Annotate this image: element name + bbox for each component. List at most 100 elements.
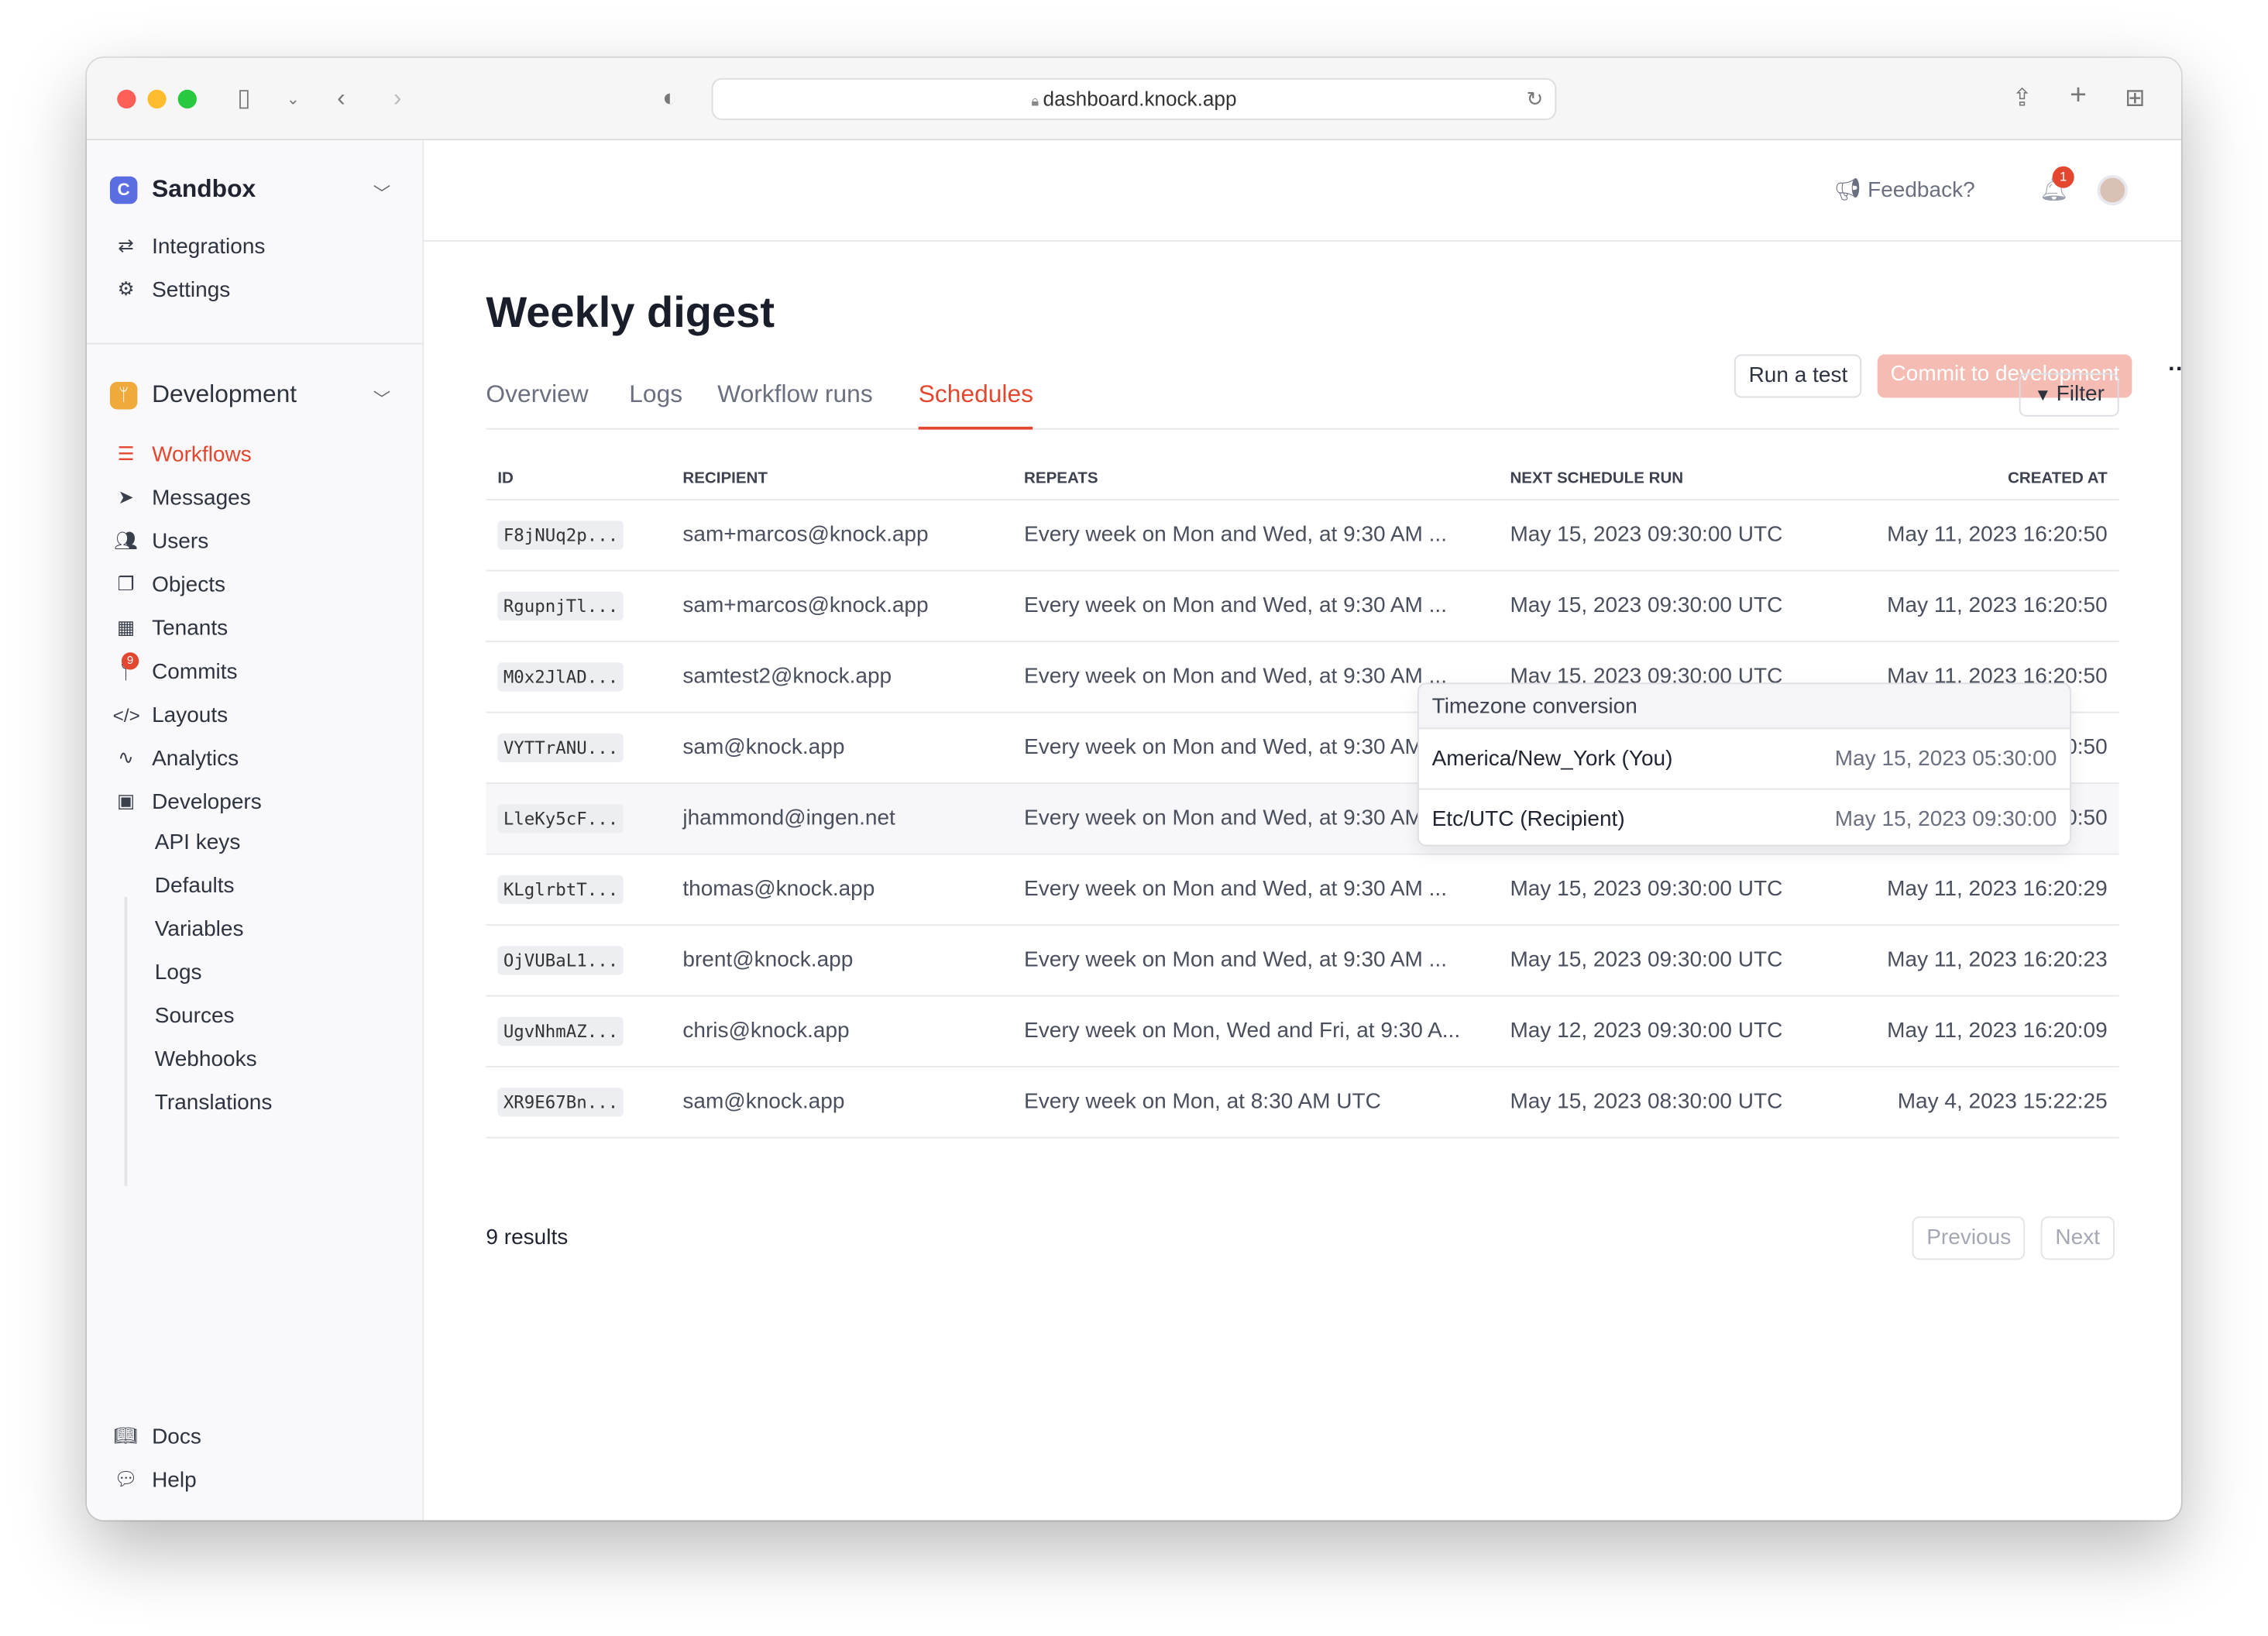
sidebar-item-analytics[interactable]: ∿ Analytics — [113, 742, 239, 774]
notifications-button[interactable]: 🔔︎ 1 — [2039, 166, 2074, 204]
next-run-cell: May 15, 2023 09:30:00 UTC — [1498, 499, 1839, 571]
browser-toolbar: ▯ ⌄ ‹ › ◐ 🔒︎ dashboard.knock.app ↻ ⇪ + ⊞ — [87, 57, 2181, 141]
table-row[interactable]: RgupnjTl... sam+marcos@knock.app Every wee… — [486, 569, 2119, 642]
table-row[interactable]: UgvNhmAZ... chris@knock.app Every week on … — [486, 995, 2119, 1067]
address-bar[interactable]: 🔒︎ dashboard.knock.app ↻ — [711, 77, 1557, 120]
chevron-down-icon[interactable]: ﹀ — [373, 180, 390, 205]
next-run-cell: May 15, 2023 09:30:00 UTC — [1498, 924, 1839, 996]
sidebar-item-users[interactable]: 👥︎ Users — [113, 525, 208, 557]
schedule-id[interactable]: KLglrbtT... — [497, 875, 624, 905]
tab-workflow-runs[interactable]: Workflow runs — [717, 380, 873, 429]
sidebar-subitem-api-keys[interactable]: API keys — [155, 830, 241, 855]
previous-button[interactable]: Previous — [1912, 1216, 2026, 1260]
sidebar-item-developers[interactable]: ▣ Developers — [113, 785, 262, 817]
next-button[interactable]: Next — [2040, 1216, 2115, 1260]
sidebar-item-workflows[interactable]: ☰ Workflows — [113, 438, 252, 470]
feedback-button[interactable]: 📢︎ Feedback? — [1834, 177, 1975, 203]
sidebar-item-commits[interactable]: ᛘ 9 Commits — [113, 651, 238, 687]
timezone-name: America/New_York (You) — [1431, 746, 1673, 772]
sidebar-item-docs[interactable]: 📖︎ Docs — [113, 1421, 201, 1452]
schedule-id-cell: LleKy5cF... — [486, 782, 672, 854]
schedule-id[interactable]: VYTTrANU... — [497, 733, 624, 763]
filter-button[interactable]: ▼ Filter — [2019, 373, 2119, 417]
schedule-id[interactable]: XR9E67Bn... — [497, 1088, 624, 1117]
next-run: May 15, 2023 09:30:00 UTC — [1510, 876, 1783, 902]
back-icon[interactable]: ‹ — [337, 84, 345, 112]
shield-icon[interactable]: ◐ — [662, 84, 677, 112]
recipient-cell: brent@knock.app — [671, 924, 1013, 996]
schedule-id[interactable]: F8jNUq2p... — [497, 521, 624, 550]
schedule-id[interactable]: LleKy5cF... — [497, 804, 624, 833]
reload-icon[interactable]: ↻ — [1526, 80, 1543, 119]
sidebar-item-help[interactable]: 💬︎ Help — [113, 1464, 197, 1496]
repeats: Every week on Mon and Wed, at 9:30 AM ..… — [1024, 734, 1448, 760]
table-row[interactable]: F8jNUq2p... sam+marcos@knock.app Every wee… — [486, 499, 2119, 571]
next-run: May 15, 2023 08:30:00 UTC — [1510, 1089, 1783, 1114]
schedule-id[interactable]: OjVUBaL1... — [497, 946, 624, 975]
sidebar-item-messages[interactable]: ➤ Messages — [113, 482, 251, 514]
tab-overview[interactable]: Overview — [486, 380, 588, 429]
sidebar-item-label: Analytics — [152, 745, 239, 771]
next-run: May 12, 2023 09:30:00 UTC — [1510, 1018, 1783, 1043]
repeats-cell: Every week on Mon and Wed, at 9:30 AM ..… — [1012, 499, 1499, 571]
chevron-down-icon[interactable]: ⌄ — [287, 90, 300, 108]
maximize-window-button[interactable] — [177, 89, 197, 109]
avatar[interactable] — [2097, 174, 2128, 206]
recipient: chris@knock.app — [682, 1018, 850, 1043]
created-at-cell: May 11, 2023 16:20:50 — [1838, 499, 2119, 571]
sidebar-item-label: Messages — [152, 485, 251, 510]
column-next-run[interactable]: NEXT SCHEDULE RUN — [1498, 458, 1839, 500]
recipient-cell: sam+marcos@knock.app — [671, 499, 1013, 571]
created-at: May 11, 2023 16:20:50 — [1887, 522, 2108, 547]
sidebar-item-label: Help — [152, 1467, 197, 1493]
schedule-id[interactable]: RgupnjTl... — [497, 591, 624, 621]
sidebar-item-label: Objects — [152, 572, 226, 597]
layers-icon: ☰ — [117, 442, 135, 465]
tab-logs[interactable]: Logs — [629, 380, 682, 429]
chevron-down-icon[interactable]: ﹀ — [373, 387, 390, 411]
schedule-id[interactable]: M0x2JlAD... — [497, 662, 624, 692]
column-created-at[interactable]: CREATED AT — [1838, 458, 2119, 500]
sidebar-item-integrations[interactable]: ⇄ Integrations — [113, 230, 265, 262]
sidebar-subitem-defaults[interactable]: Defaults — [155, 874, 235, 899]
sidebar-toggle-icon[interactable]: ▯ — [237, 84, 250, 112]
created-at: May 11, 2023 16:20:09 — [1887, 1018, 2108, 1043]
paper-plane-icon: ➤ — [118, 486, 134, 508]
schedule-id[interactable]: UgvNhmAZ... — [497, 1016, 624, 1047]
sidebar-subitem-logs[interactable]: Logs — [155, 961, 202, 985]
submenu-guide — [124, 896, 128, 1187]
minimize-window-button[interactable] — [147, 89, 167, 109]
sidebar-item-objects[interactable]: ❐ Objects — [113, 569, 225, 600]
recipient-cell: thomas@knock.app — [671, 853, 1013, 926]
table-row[interactable]: XR9E67Bn... sam@knock.app Every week on Mo… — [486, 1066, 2119, 1138]
sidebar-subitem-translations[interactable]: Translations — [155, 1091, 273, 1115]
sidebar-subitem-webhooks[interactable]: Webhooks — [155, 1047, 257, 1072]
forward-icon[interactable]: › — [393, 84, 402, 112]
new-tab-icon[interactable]: + — [2070, 80, 2087, 113]
more-options-icon[interactable]: ··· — [2168, 357, 2181, 383]
share-icon[interactable]: ⇪ — [2012, 84, 2033, 112]
results-count: 9 results — [486, 1225, 569, 1250]
main-content: 📢︎ Feedback? 🔔︎ 1 Weekly digest Run a tes… — [424, 140, 2181, 1520]
table-row[interactable]: OjVUBaL1... brent@knock.app Every week on … — [486, 924, 2119, 996]
account-switcher[interactable]: C Sandbox — [109, 175, 256, 204]
close-window-button[interactable] — [117, 89, 136, 109]
tab-overview-icon[interactable]: ⊞ — [2125, 84, 2146, 112]
sidebar-item-settings[interactable]: ⚙ Settings — [113, 273, 231, 305]
sidebar-subitem-variables[interactable]: Variables — [155, 917, 244, 942]
sidebar-subitem-sources[interactable]: Sources — [155, 1004, 235, 1029]
column-id[interactable]: ID — [486, 458, 672, 500]
table-row[interactable]: KLglrbtT... thomas@knock.app Every week on… — [486, 853, 2119, 926]
sidebar-item-layouts[interactable]: </> Layouts — [113, 699, 229, 730]
environment-switcher[interactable]: ᛘ Development — [109, 380, 297, 409]
column-recipient[interactable]: RECIPIENT — [671, 458, 1013, 500]
tab-schedules[interactable]: Schedules — [918, 380, 1033, 430]
browser-window: ▯ ⌄ ‹ › ◐ 🔒︎ dashboard.knock.app ↻ ⇪ + ⊞ … — [87, 57, 2181, 1521]
column-repeats[interactable]: REPEATS — [1012, 458, 1499, 500]
sidebar-item-tenants[interactable]: ▦ Tenants — [113, 612, 228, 644]
recipient: thomas@knock.app — [682, 876, 875, 902]
recipient: sam@knock.app — [682, 1089, 845, 1114]
repeats-cell: Every week on Mon, at 8:30 AM UTC — [1012, 1066, 1499, 1138]
filter-icon: ▼ — [2034, 384, 2057, 405]
recipient: sam+marcos@knock.app — [682, 593, 929, 618]
